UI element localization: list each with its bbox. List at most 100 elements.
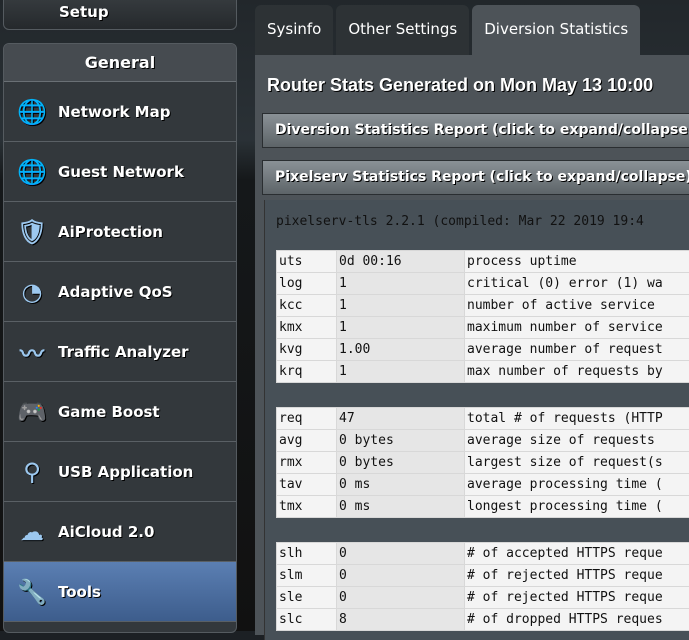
stat-key: slm [277,565,337,587]
globe-pin-icon: 🌐 [14,94,50,130]
stats-table: uts0d 00:16process uptimelog1critical (0… [276,250,689,383]
sidebar-item-label: Adaptive QoS [58,283,173,301]
stat-value: 47 [337,408,465,430]
sidebar-item-setup[interactable]: Setup [3,0,237,30]
main-content: Sysinfo Other Settings Diversion Statist… [255,5,689,635]
pulse-icon: 〰 [14,334,50,370]
globe-users-icon: 🌐 [14,154,50,190]
stat-key: tav [277,474,337,496]
sidebar-item-usb-application[interactable]: ⚲ USB Application [4,442,236,502]
stat-value: 1 [337,361,465,383]
gamepad-icon: 🎮 [14,394,50,430]
page-title: Router Stats Generated on Mon May 13 10:… [267,75,653,96]
stat-value: 0d 00:16 [337,251,465,273]
pixelserv-report-toggle[interactable]: Pixelserv Statistics Report (click to ex… [262,160,689,195]
sidebar-item-label: Traffic Analyzer [58,343,189,361]
sidebar-item-game-boost[interactable]: 🎮 Game Boost [4,382,236,442]
stat-value: 0 [337,565,465,587]
stat-value: 0 bytes [337,430,465,452]
stat-description: number of active service [465,295,689,317]
section-title: General [4,44,236,82]
sidebar-item-aiprotection[interactable]: 🛡 AiProtection [4,202,236,262]
stats-table: req47total # of requests (HTTPavg0 bytes… [276,407,689,518]
sidebar-item-guest-network[interactable]: 🌐 Guest Network [4,142,236,202]
table-row: slh0# of accepted HTTPS reque [277,543,689,565]
stat-description: maximum number of service [465,317,689,339]
tab-diversion-statistics[interactable]: Diversion Statistics [472,5,640,56]
table-row: sle0# of rejected HTTPS reque [277,587,689,609]
stat-value: 0 [337,543,465,565]
stat-value: 8 [337,609,465,631]
pixelserv-output: pixelserv-tls 2.2.1 (compiled: Mar 22 20… [264,200,689,640]
stat-description: average number of request [465,339,689,361]
version-line: pixelserv-tls 2.2.1 (compiled: Mar 22 20… [276,214,644,229]
tab-sysinfo[interactable]: Sysinfo [255,5,333,55]
sidebar-item-tools[interactable]: 🔧 Tools [4,562,236,622]
wrench-icon: 🔧 [14,574,50,610]
sidebar-item-label: USB Application [58,463,193,481]
table-row: slm0# of rejected HTTPS reque [277,565,689,587]
shield-lock-icon: 🛡 [14,214,50,250]
table-row: tav0 msaverage processing time ( [277,474,689,496]
sidebar-item-label: Tools [58,583,101,601]
sidebar-item-label: Game Boost [58,403,160,421]
diversion-report-toggle[interactable]: Diversion Statistics Report (click to ex… [262,113,689,148]
stat-description: # of accepted HTTPS reque [465,543,689,565]
setup-label: Setup [59,3,109,21]
stat-description: critical (0) error (1) wa [465,273,689,295]
stat-key: req [277,408,337,430]
stat-key: kmx [277,317,337,339]
stat-key: tmx [277,496,337,518]
stat-value: 1 [337,273,465,295]
stat-description: total # of requests (HTTP [465,408,689,430]
stat-description: largest size of request(s [465,452,689,474]
stat-key: krq [277,361,337,383]
usb-icon: ⚲ [14,454,50,490]
stat-value: 0 [337,587,465,609]
stat-description: process uptime [465,251,689,273]
table-row: log1critical (0) error (1) wa [277,273,689,295]
stat-key: slh [277,543,337,565]
table-row: req47total # of requests (HTTP [277,408,689,430]
table-row: tmx0 mslongest processing time ( [277,496,689,518]
stat-key: uts [277,251,337,273]
sidebar-item-aicloud-2-0[interactable]: ☁ AiCloud 2.0 [4,502,236,562]
stat-description: max number of requests by [465,361,689,383]
stat-key: rmx [277,452,337,474]
sidebar-item-label: Guest Network [58,163,184,181]
stats-panel: Router Stats Generated on Mon May 13 10:… [255,55,689,635]
sidebar-item-label: AiProtection [58,223,163,241]
table-row: avg0 bytesaverage size of requests [277,430,689,452]
table-row: kmx1maximum number of service [277,317,689,339]
stat-description: longest processing time ( [465,496,689,518]
sidebar-item-label: AiCloud 2.0 [58,523,154,541]
table-row: kvg1.00average number of request [277,339,689,361]
stat-value: 1.00 [337,339,465,361]
stat-key: avg [277,430,337,452]
stats-table: slh0# of accepted HTTPS requeslm0# of re… [276,542,689,631]
sidebar-item-adaptive-qos[interactable]: ◔ Adaptive QoS [4,262,236,322]
stat-value: 0 ms [337,474,465,496]
table-row: slc8# of dropped HTTPS reques [277,609,689,631]
stat-description: average processing time ( [465,474,689,496]
sidebar-general: General 🌐 Network Map 🌐 Guest Network 🛡 AiPro… [3,43,237,633]
stat-value: 1 [337,295,465,317]
stat-value: 0 ms [337,496,465,518]
tab-other-settings[interactable]: Other Settings [336,5,469,55]
stat-description: average size of requests [465,430,689,452]
stat-value: 0 bytes [337,452,465,474]
sidebar-item-traffic-analyzer[interactable]: 〰 Traffic Analyzer [4,322,236,382]
sidebar-item-network-map[interactable]: 🌐 Network Map [4,82,236,142]
stat-key: sle [277,587,337,609]
stat-value: 1 [337,317,465,339]
table-row: rmx0 byteslargest size of request(s [277,452,689,474]
cloud-icon: ☁ [14,514,50,550]
stat-description: # of rejected HTTPS reque [465,565,689,587]
table-row: krq1max number of requests by [277,361,689,383]
stat-key: kcc [277,295,337,317]
stat-key: slc [277,609,337,631]
speedometer-icon: ◔ [14,274,50,310]
stat-key: log [277,273,337,295]
stat-description: # of rejected HTTPS reque [465,587,689,609]
sidebar-item-label: Network Map [58,103,170,121]
